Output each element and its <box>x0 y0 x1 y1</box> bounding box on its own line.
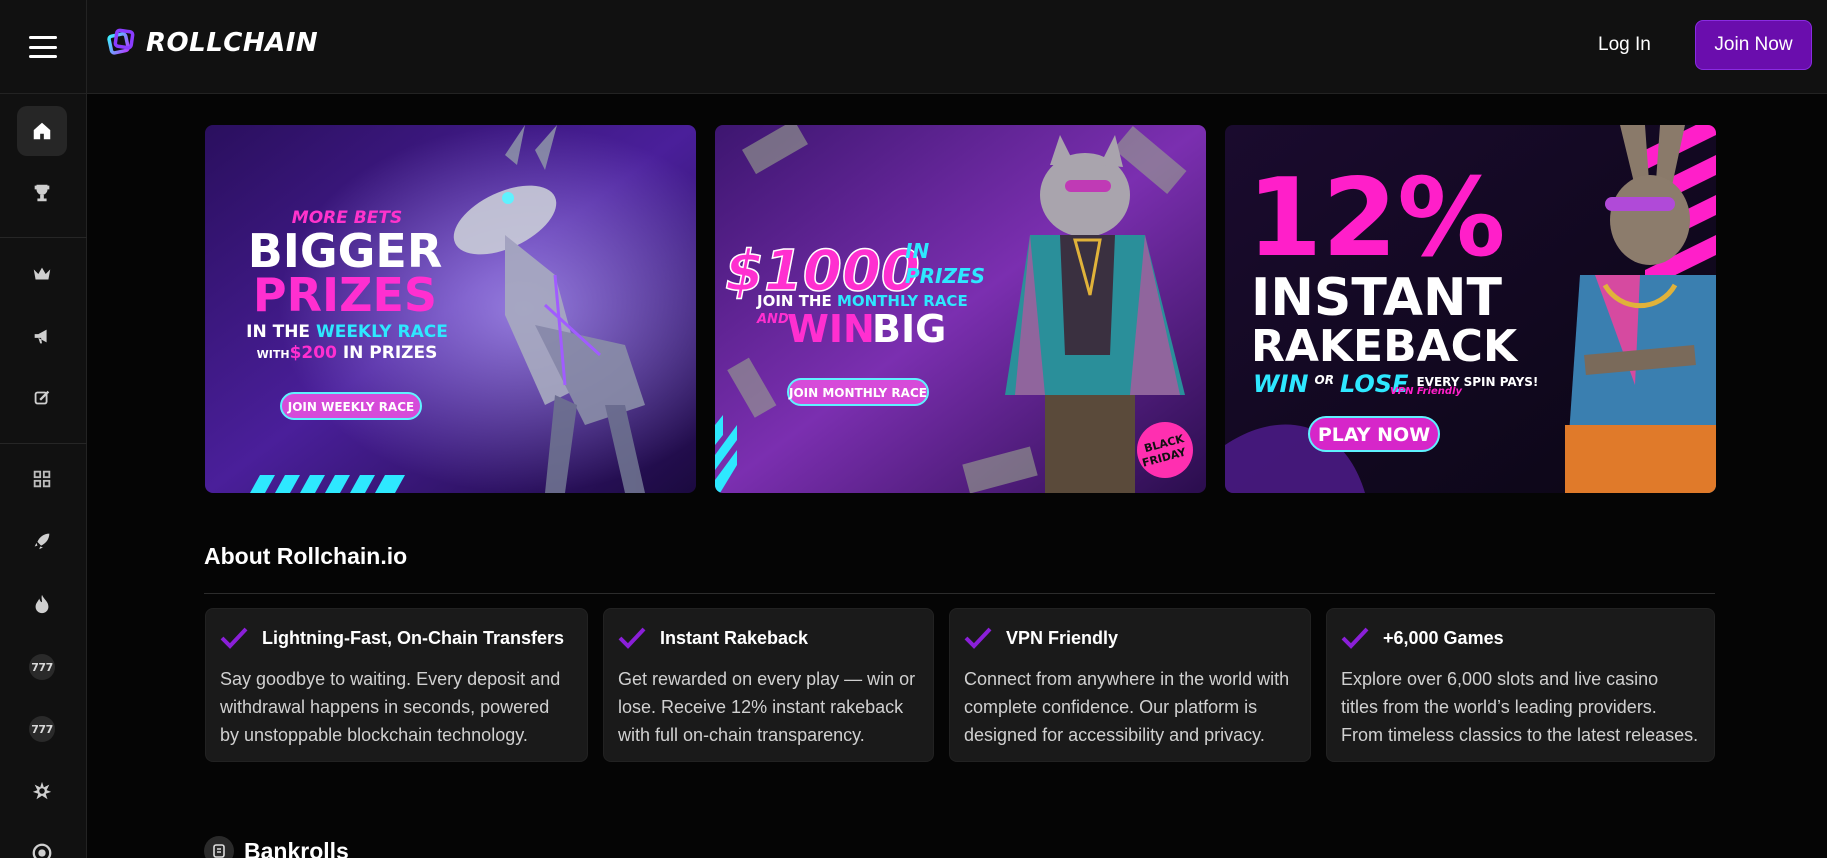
rakeback-artwork: 12% INSTANT RAKEBACK WIN OR LOSE EVERY SPIN… <box>1225 125 1716 493</box>
sidebar-item-notes[interactable] <box>17 373 67 423</box>
check-icon <box>964 627 992 649</box>
bankroll-icon <box>204 836 234 858</box>
rollchain-logo-icon <box>107 28 135 55</box>
section-divider <box>204 593 1715 594</box>
feature-card-header: Lightning-Fast, On-Chain Transfers <box>220 626 564 650</box>
rakeback-banner[interactable]: 12% INSTANT RAKEBACK WIN OR LOSE EVERY SPIN… <box>1225 125 1716 493</box>
trophy-icon <box>34 184 50 202</box>
brand-name: ROLLCHAIN <box>146 28 319 58</box>
hamburger-icon <box>29 36 57 58</box>
bankrolls-heading: Bankrolls <box>204 836 349 858</box>
feature-card-games: +6,000 Games Explore over 6,000 slots an… <box>1326 608 1715 762</box>
sidebar-item-new[interactable] <box>17 516 67 566</box>
feature-card-title: +6,000 Games <box>1383 627 1504 648</box>
slots-777-icon: 777 <box>29 716 55 742</box>
chip-icon <box>32 843 52 858</box>
feature-card-title: Instant Rakeback <box>660 627 809 648</box>
banner-text: AND <box>756 312 789 327</box>
grid-icon <box>33 470 51 488</box>
feature-card-transfers: Lightning-Fast, On-Chain Transfers Say g… <box>205 608 588 762</box>
sidebar-item-races[interactable] <box>17 168 67 218</box>
crown-icon <box>33 267 51 280</box>
about-heading: About Rollchain.io <box>204 543 408 569</box>
sidebar-divider <box>0 443 87 444</box>
check-icon <box>618 627 646 649</box>
fire-icon <box>35 594 49 614</box>
banner-text: PRIZES <box>253 268 437 322</box>
monthly-race-banner[interactable]: BLACK FRIDAY $1000 IN PRIZES JOIN THE MO… <box>715 125 1206 493</box>
vpn-friendly-text: VPN Friendly <box>1390 386 1462 397</box>
join-now-button[interactable]: Join Now <box>1695 20 1812 70</box>
sidebar: 777 777 <box>0 94 87 858</box>
feature-card-rakeback: Instant Rakeback Get rewarded on every p… <box>603 608 934 762</box>
sidebar-item-table-games[interactable] <box>17 828 67 858</box>
brand-logo[interactable]: ROLLCHAIN <box>106 28 318 58</box>
sidebar-divider <box>0 237 87 238</box>
bankrolls-title: Bankrolls <box>244 837 349 858</box>
feature-card-vpn: VPN Friendly Connect from anywhere in th… <box>949 608 1311 762</box>
sidebar-item-classic-slots[interactable]: 777 <box>17 704 67 754</box>
weekly-race-banner[interactable]: MORE BETS BIGGER PRIZES IN THE WEEKLY RA… <box>205 125 696 493</box>
sidebar-item-all-games[interactable] <box>17 454 67 504</box>
feature-card-text: Connect from anywhere in the world with … <box>964 669 1290 745</box>
burst-icon <box>32 781 52 800</box>
top-header: ROLLCHAIN Log In Join Now <box>0 0 1827 94</box>
feature-card-text: Explore over 6,000 slots and live casino… <box>1341 669 1699 745</box>
play-now-button[interactable]: PLAY NOW <box>1318 424 1430 446</box>
sidebar-item-hot[interactable] <box>17 579 67 629</box>
banner-text: WIN <box>787 307 875 351</box>
banner-text: IN THE WEEKLY RACE <box>246 322 448 342</box>
feature-card-title: VPN Friendly <box>1006 627 1119 648</box>
banner-text: PRIZES <box>905 264 985 288</box>
banner-text: BIG <box>872 307 946 351</box>
rakeback-percent: 12% <box>1247 156 1506 281</box>
join-weekly-race-button[interactable]: JOIN WEEKLY RACE <box>287 400 414 414</box>
monthly-race-artwork: BLACK FRIDAY $1000 IN PRIZES JOIN THE MO… <box>715 125 1206 493</box>
feature-card-text: Get rewarded on every play — win or lose… <box>618 669 916 745</box>
sidebar-item-slots[interactable]: 777 <box>17 642 67 692</box>
rocket-icon <box>34 533 50 550</box>
home-icon <box>33 122 51 140</box>
login-button[interactable]: Log In <box>1598 28 1651 62</box>
sidebar-item-home[interactable] <box>17 106 67 156</box>
feature-card-title: Lightning-Fast, On-Chain Transfers <box>262 627 565 648</box>
banner-text: RAKEBACK <box>1251 321 1519 372</box>
feature-card-header: +6,000 Games <box>1341 626 1504 650</box>
sidebar-item-promotions[interactable] <box>17 311 67 361</box>
banner-text: IN <box>905 239 929 263</box>
feature-card-text: Say goodbye to waiting. Every deposit an… <box>220 669 561 745</box>
check-icon <box>220 627 248 649</box>
sidebar-item-vip[interactable] <box>17 249 67 299</box>
feature-card-header: VPN Friendly <box>964 626 1118 650</box>
check-icon <box>1341 627 1369 649</box>
join-monthly-race-button[interactable]: JOIN MONTHLY RACE <box>788 386 927 400</box>
weekly-race-artwork: MORE BETS BIGGER PRIZES IN THE WEEKLY RA… <box>205 125 696 493</box>
edit-icon <box>34 390 50 405</box>
banner-text: INSTANT <box>1251 268 1503 328</box>
slots-777-icon: 777 <box>29 654 55 680</box>
megaphone-icon <box>34 329 47 344</box>
menu-toggle-button[interactable] <box>0 0 87 94</box>
feature-card-header: Instant Rakeback <box>618 626 808 650</box>
sidebar-item-bonus[interactable] <box>17 766 67 816</box>
